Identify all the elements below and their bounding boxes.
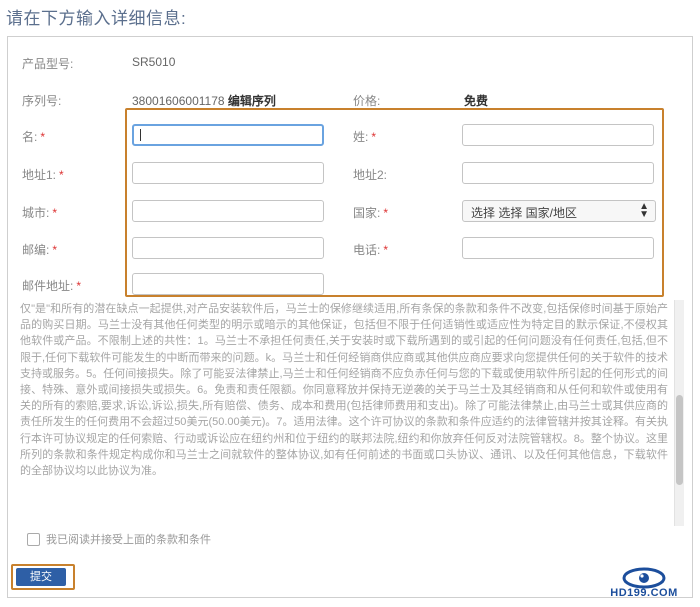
- country-select[interactable]: 选择 选择 国家/地区 ▲ ▼: [462, 200, 656, 222]
- text-cursor: [140, 129, 141, 141]
- submit-button[interactable]: 提交: [16, 568, 66, 586]
- edit-serial-link[interactable]: 编辑序列: [228, 94, 276, 108]
- required-mark: *: [76, 279, 82, 293]
- first-name-input[interactable]: [132, 124, 324, 146]
- country-label: 国家: *: [353, 204, 388, 221]
- logo-eye-icon: [622, 567, 666, 589]
- email-label: 邮件地址: *: [22, 277, 81, 294]
- required-mark: *: [371, 130, 377, 144]
- address1-input[interactable]: [132, 162, 324, 184]
- site-logo: HD199.COM: [596, 567, 692, 605]
- address1-label-text: 地址1:: [22, 168, 57, 182]
- address2-label: 地址2:: [353, 168, 388, 182]
- address2-input[interactable]: [462, 162, 654, 184]
- phone-label-text: 电话:: [353, 243, 381, 257]
- serial-label: 序列号:: [22, 94, 62, 108]
- first-name-label-text: 名:: [22, 130, 38, 144]
- city-label-text: 城市:: [22, 206, 50, 220]
- phone-label: 电话: *: [353, 241, 388, 258]
- email-label-text: 邮件地址:: [22, 279, 74, 293]
- required-mark: *: [383, 206, 389, 220]
- last-name-label-text: 姓:: [353, 130, 369, 144]
- city-input[interactable]: [132, 200, 324, 222]
- price-value-text: 免费: [464, 94, 489, 108]
- terms-scrollbar[interactable]: [674, 300, 684, 526]
- model-value: SR5010: [132, 55, 176, 69]
- model-label: 产品型号:: [22, 57, 74, 71]
- postcode-label-text: 邮编:: [22, 243, 50, 257]
- select-arrows-icon: ▲ ▼: [639, 201, 649, 220]
- required-mark: *: [52, 206, 58, 220]
- price-label: 价格:: [353, 94, 381, 108]
- country-select-value: 选择 选择 国家/地区: [471, 206, 578, 220]
- logo-text: HD199.COM: [610, 587, 678, 599]
- serial-number: 38001606001178: [132, 94, 225, 108]
- page-title: 请在下方输入详细信息:: [6, 9, 187, 28]
- country-label-text: 国家:: [353, 206, 381, 220]
- postcode-input[interactable]: [132, 237, 324, 259]
- city-label: 城市: *: [22, 204, 57, 221]
- first-name-label: 名: *: [22, 128, 45, 145]
- last-name-label: 姓: *: [353, 128, 376, 145]
- postcode-label: 邮编: *: [22, 241, 57, 258]
- terms-scroll-thumb[interactable]: [676, 395, 683, 485]
- agree-label: 我已阅读并接受上面的条款和条件: [46, 534, 211, 546]
- required-mark: *: [52, 243, 58, 257]
- last-name-input[interactable]: [462, 124, 654, 146]
- required-mark: *: [59, 168, 64, 182]
- price-value: 免费: [464, 92, 488, 109]
- phone-input[interactable]: [462, 237, 654, 259]
- email-input[interactable]: [132, 273, 324, 295]
- serial-value: 38001606001178 编辑序列: [132, 92, 276, 109]
- required-mark: *: [40, 130, 46, 144]
- required-mark: *: [383, 243, 389, 257]
- address1-label: 地址1: *: [22, 166, 64, 183]
- terms-text: 仅"是"和所有的潜在缺点一起提供,对产品安装软件后，马兰士的保修继续适用,所有条…: [20, 303, 668, 478]
- agree-checkbox[interactable]: [27, 533, 40, 546]
